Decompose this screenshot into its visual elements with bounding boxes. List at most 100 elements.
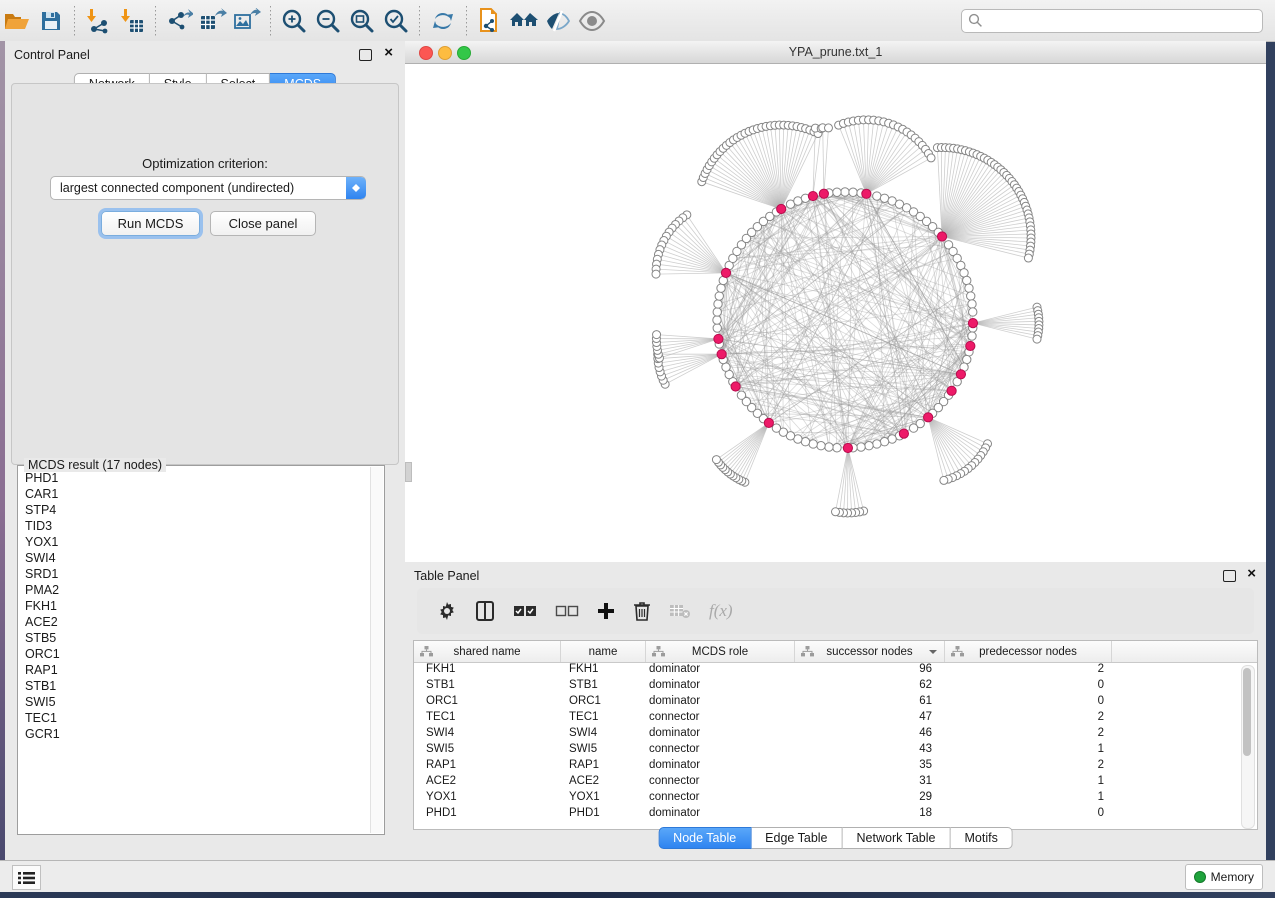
refresh-icon[interactable] bbox=[426, 5, 460, 37]
table-row[interactable]: ORC1ORC1dominator610 bbox=[414, 694, 1257, 710]
task-history-button[interactable] bbox=[12, 865, 41, 890]
mcds-result-item[interactable]: RAP1 bbox=[25, 662, 370, 678]
table-row[interactable]: PHD1PHD1dominator180 bbox=[414, 806, 1257, 822]
table-row[interactable]: ACE2ACE2connector311 bbox=[414, 774, 1257, 790]
table-row[interactable]: YOX1YOX1connector291 bbox=[414, 790, 1257, 806]
zoom-out-icon[interactable] bbox=[311, 5, 345, 37]
table-row[interactable]: TEC1TEC1connector472 bbox=[414, 710, 1257, 726]
memory-status-icon bbox=[1194, 871, 1206, 883]
mcds-result-item[interactable]: TID3 bbox=[25, 518, 370, 534]
network-graph[interactable] bbox=[405, 64, 1266, 562]
status-bar: Memory bbox=[0, 860, 1275, 892]
control-panel: Control Panel × Network Style Select MCD… bbox=[5, 41, 406, 860]
mcds-result-item[interactable]: ACE2 bbox=[25, 614, 370, 630]
select-all-checkboxes-icon[interactable] bbox=[513, 604, 537, 618]
float-panel-icon[interactable] bbox=[1223, 570, 1236, 582]
table-row[interactable]: SWI4SWI4dominator462 bbox=[414, 726, 1257, 742]
mcds-result-item[interactable]: STB5 bbox=[25, 630, 370, 646]
table-cell: 35 bbox=[795, 759, 932, 771]
mcds-result-item[interactable]: SRD1 bbox=[25, 566, 370, 582]
toolbar-separator bbox=[74, 6, 75, 36]
search-box[interactable] bbox=[961, 9, 1263, 33]
table-cell: 18 bbox=[795, 807, 932, 819]
table-vertical-scrollbar[interactable] bbox=[1241, 665, 1255, 829]
mcds-result-item[interactable]: FKH1 bbox=[25, 598, 370, 614]
column-header-name[interactable]: name bbox=[561, 641, 646, 662]
tab-edge-table[interactable]: Edge Table bbox=[751, 827, 842, 849]
close-panel-icon[interactable]: × bbox=[1247, 565, 1256, 583]
mcds-result-item[interactable]: PMA2 bbox=[25, 582, 370, 598]
scrollbar-thumb[interactable] bbox=[1243, 668, 1251, 756]
table-cell: 1 bbox=[945, 775, 1104, 787]
column-header-mcds-role[interactable]: MCDS role bbox=[646, 641, 795, 662]
table-panel-tabs: Node Table Edge Table Network Table Moti… bbox=[658, 827, 1013, 849]
optimization-criterion-select[interactable]: largest connected component (undirected) bbox=[50, 176, 366, 200]
table-row[interactable]: FKH1FKH1dominator962 bbox=[414, 662, 1257, 678]
table-row[interactable]: RAP1RAP1dominator352 bbox=[414, 758, 1257, 774]
mcds-result-item[interactable]: SWI5 bbox=[25, 694, 370, 710]
desktop-wallpaper-bottom bbox=[0, 891, 1275, 898]
table-cell: 96 bbox=[795, 663, 932, 675]
import-network-icon[interactable] bbox=[81, 5, 115, 37]
column-header-predecessor-nodes[interactable]: predecessor nodes bbox=[945, 641, 1112, 662]
add-column-icon[interactable] bbox=[597, 602, 615, 620]
split-columns-icon[interactable] bbox=[475, 601, 495, 621]
table-cell: 2 bbox=[945, 663, 1104, 675]
toolbar-separator bbox=[155, 6, 156, 36]
mcds-result-item[interactable]: YOX1 bbox=[25, 534, 370, 550]
settings-gear-icon[interactable] bbox=[437, 601, 457, 621]
mcds-result-scrollbar[interactable] bbox=[370, 467, 383, 833]
table-cell: 2 bbox=[945, 711, 1104, 723]
delete-column-icon[interactable] bbox=[633, 601, 651, 621]
export-image-icon[interactable] bbox=[230, 5, 264, 37]
tab-motifs[interactable]: Motifs bbox=[950, 827, 1012, 849]
select-stepper-icon bbox=[346, 177, 366, 199]
deselect-all-checkboxes-icon[interactable] bbox=[555, 604, 579, 618]
memory-button[interactable]: Memory bbox=[1185, 864, 1263, 890]
tab-node-table[interactable]: Node Table bbox=[658, 827, 751, 849]
network-window-titlebar[interactable]: YPA_prune.txt_1 bbox=[405, 41, 1266, 64]
zoom-selected-icon[interactable] bbox=[379, 5, 413, 37]
table-cell: connector bbox=[649, 711, 700, 723]
save-icon[interactable] bbox=[34, 5, 68, 37]
eye-icon[interactable] bbox=[575, 5, 609, 37]
table-cell: SWI4 bbox=[426, 727, 454, 739]
homes-icon[interactable] bbox=[507, 5, 541, 37]
run-mcds-button[interactable]: Run MCDS bbox=[101, 211, 200, 236]
network-canvas[interactable] bbox=[405, 64, 1266, 562]
mcds-result-list[interactable]: PHD1CAR1STP4TID3YOX1SWI4SRD1PMA2FKH1ACE2… bbox=[18, 470, 370, 832]
mcds-result-item[interactable]: STP4 bbox=[25, 502, 370, 518]
table-cell: 1 bbox=[945, 791, 1104, 803]
eye-slash-icon[interactable] bbox=[541, 5, 575, 37]
column-header-successor-nodes[interactable]: successor nodes bbox=[795, 641, 945, 662]
optimization-criterion-label: Optimization criterion: bbox=[12, 156, 398, 171]
search-icon bbox=[968, 13, 983, 28]
zoom-fit-icon[interactable] bbox=[345, 5, 379, 37]
network-vertical-scrollbar[interactable] bbox=[405, 462, 412, 482]
mcds-result-item[interactable]: PHD1 bbox=[25, 470, 370, 486]
table-row[interactable]: STB1STB1dominator620 bbox=[414, 678, 1257, 694]
search-input[interactable] bbox=[983, 13, 1256, 29]
import-table-icon[interactable] bbox=[115, 5, 149, 37]
close-panel-icon[interactable]: × bbox=[384, 44, 393, 62]
mcds-result-item[interactable]: SWI4 bbox=[25, 550, 370, 566]
zoom-in-icon[interactable] bbox=[277, 5, 311, 37]
table-cell: 47 bbox=[795, 711, 932, 723]
export-network-icon[interactable] bbox=[162, 5, 196, 37]
mcds-tab-panel: Optimization criterion: largest connecte… bbox=[11, 83, 399, 465]
close-panel-button[interactable]: Close panel bbox=[210, 211, 316, 236]
tab-network-table[interactable]: Network Table bbox=[843, 827, 951, 849]
column-header-shared-name[interactable]: shared name bbox=[414, 641, 561, 662]
document-network-icon[interactable] bbox=[473, 5, 507, 37]
mcds-result-item[interactable]: ORC1 bbox=[25, 646, 370, 662]
open-folder-icon[interactable] bbox=[0, 5, 34, 37]
optimization-criterion-value: largest connected component (undirected) bbox=[51, 181, 346, 195]
mcds-result-item[interactable]: STB1 bbox=[25, 678, 370, 694]
float-panel-icon[interactable] bbox=[359, 49, 372, 61]
mcds-result-item[interactable]: GCR1 bbox=[25, 726, 370, 742]
table-toolbar: f(x) bbox=[417, 588, 1254, 634]
export-table-icon[interactable] bbox=[196, 5, 230, 37]
mcds-result-item[interactable]: TEC1 bbox=[25, 710, 370, 726]
mcds-result-item[interactable]: CAR1 bbox=[25, 486, 370, 502]
table-row[interactable]: SWI5SWI5connector431 bbox=[414, 742, 1257, 758]
